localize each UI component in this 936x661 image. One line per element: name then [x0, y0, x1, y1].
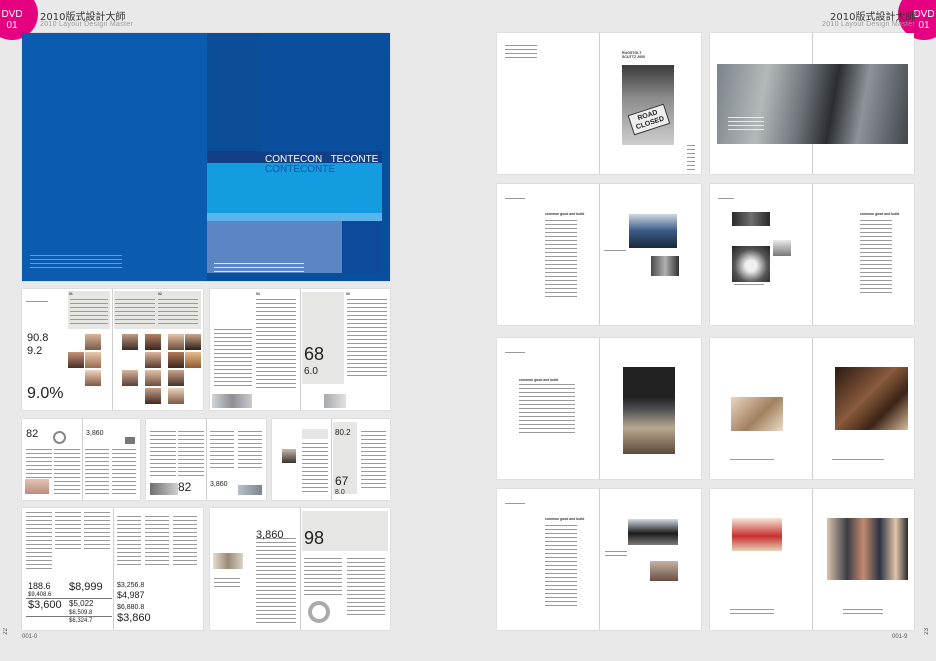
right-spread-1a: RUGSTOLT SCUTTZ 2000 ROAD CLOSED: [497, 33, 701, 174]
cover-caption-left: [30, 255, 122, 271]
portrait: [85, 370, 101, 386]
portrait: [185, 352, 201, 368]
cover-band-navy: [342, 221, 382, 273]
right-spread-2a: common good and build: [497, 184, 701, 325]
portrait: [145, 334, 161, 350]
cover-spread: CONTECON TECONTE CONTECONTE: [22, 33, 390, 281]
spread-row3-a: 82 3,860: [22, 419, 140, 500]
portrait: [168, 352, 184, 368]
portrait: [122, 370, 138, 386]
spread-row2-b: 03 03 68 6.0: [210, 289, 390, 410]
right-spread-4b: [710, 489, 914, 630]
page-number-left: 22: [3, 628, 9, 635]
spread-row3-b: 82 3,860: [146, 419, 266, 500]
portrait: [68, 352, 84, 368]
cover-caption-right: [214, 263, 304, 272]
spread-row4-a: 188.6 $9,408.6 $3,600 $8,999 $5,022 $8,5…: [22, 508, 203, 630]
portrait: [122, 334, 138, 350]
cover-title-2: CONTECONTE: [265, 164, 335, 175]
portrait: [168, 388, 184, 404]
right-spread-3b: [710, 338, 914, 479]
portrait: [185, 334, 201, 350]
right-spread-2b: common good and build: [710, 184, 914, 325]
portrait: [85, 352, 101, 368]
car-city-photo: [717, 64, 908, 144]
spread-row3-c: 80.2 67 8.0: [272, 419, 390, 500]
spread-row4-b: 3,860 98: [210, 508, 390, 630]
cover-band-light: [207, 213, 382, 221]
header-subtitle-left: 2010 Layout Design Master: [40, 21, 134, 28]
portrait: [145, 388, 161, 404]
header-subtitle-right: 2010 Layout Design Master: [822, 21, 916, 28]
footer-code-right: 001-9: [892, 634, 908, 640]
footer-code-left: 001-0: [22, 634, 38, 640]
page-number-right: 23: [924, 628, 930, 635]
portrait: [168, 334, 184, 350]
portrait: [85, 334, 101, 350]
business-group-photo: [827, 518, 908, 580]
portrait: [145, 352, 161, 368]
right-spread-1b: [710, 33, 914, 174]
spread-row2-a: 01 02 90.8 9.2 9.0%: [22, 289, 203, 410]
portrait: [145, 370, 161, 386]
right-spread-3a: common good and build: [497, 338, 701, 479]
road-closed-photo: ROAD CLOSED: [622, 65, 674, 145]
right-spread-4a: common good and build: [497, 489, 701, 630]
cover-panel-mid: [207, 33, 262, 163]
portrait: [168, 370, 184, 386]
dashboard-photo: [623, 367, 675, 454]
